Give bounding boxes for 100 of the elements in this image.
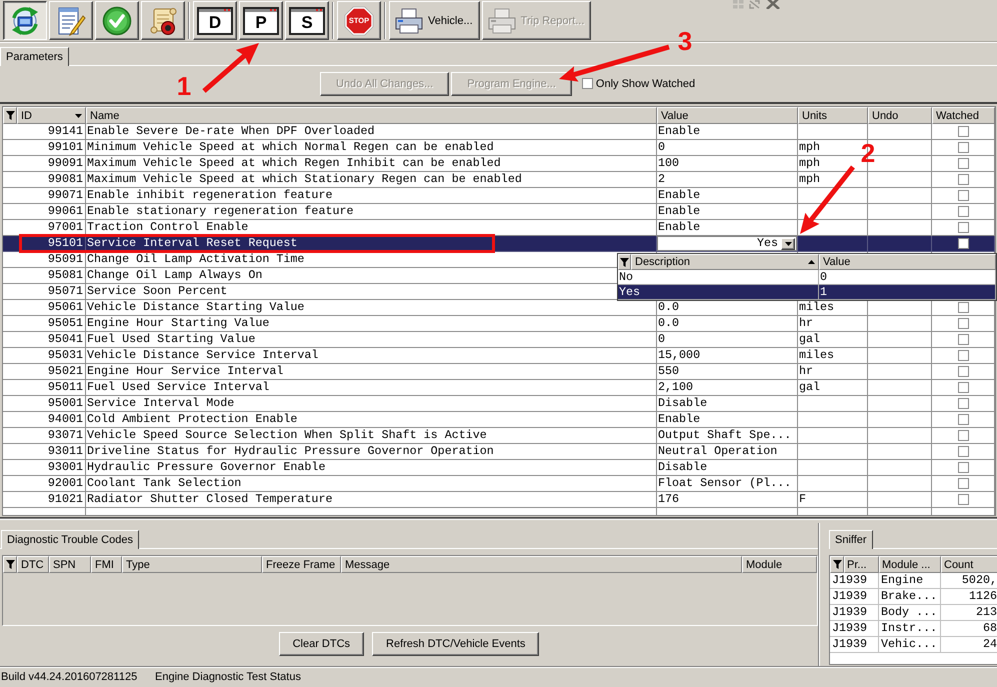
watched-checkbox[interactable] bbox=[958, 334, 969, 345]
watched-checkbox[interactable] bbox=[958, 190, 969, 201]
count-cell: 68 bbox=[941, 621, 997, 637]
id-cell: 93011 bbox=[3, 444, 86, 460]
table-row[interactable]: 95011 Fuel Used Service Interval 2,100 gal bbox=[3, 380, 995, 396]
value-cell: 0 bbox=[657, 140, 798, 156]
name-cell: Enable stationary regeneration feature bbox=[86, 204, 657, 220]
module-cell: Engine bbox=[879, 573, 941, 589]
watched-checkbox[interactable] bbox=[958, 478, 969, 489]
dropdown-option[interactable]: Yes 1 bbox=[618, 285, 996, 300]
watched-checkbox[interactable] bbox=[958, 398, 969, 409]
protocol-cell: J1939 bbox=[830, 637, 879, 653]
close-icon[interactable] bbox=[765, 0, 782, 9]
column-header[interactable]: FMI bbox=[91, 556, 122, 573]
watched-checkbox[interactable] bbox=[958, 494, 969, 505]
column-header[interactable]: DTC bbox=[17, 556, 49, 573]
name-cell: Minimum Vehicle Speed at which Normal Regen can be enabled bbox=[86, 140, 657, 156]
count-cell: 5020, bbox=[941, 573, 997, 589]
table-row[interactable]: 93001 Hydraulic Pressure Governor Enable Disable bbox=[3, 460, 995, 476]
watched-checkbox[interactable] bbox=[958, 446, 969, 457]
column-header[interactable]: Description bbox=[631, 254, 819, 270]
watched-checkbox[interactable] bbox=[958, 222, 969, 233]
option-value: 1 bbox=[819, 285, 996, 300]
value-cell: 100 bbox=[657, 156, 798, 172]
watched-checkbox[interactable] bbox=[958, 414, 969, 425]
toolbar-button[interactable] bbox=[3, 1, 47, 40]
toolbar-button[interactable]: D bbox=[193, 1, 237, 40]
name-cell: Radiator Shutter Closed Temperature bbox=[86, 492, 657, 508]
watched-checkbox[interactable] bbox=[958, 430, 969, 441]
table-row[interactable]: 99141 Enable Severe De-rate When DPF Overloaded Enable bbox=[3, 124, 995, 140]
watched-checkbox[interactable] bbox=[958, 382, 969, 393]
watched-checkbox[interactable] bbox=[958, 350, 969, 361]
option-description: Yes bbox=[618, 285, 819, 300]
table-row[interactable]: 95001 Service Interval Mode Disable bbox=[3, 396, 995, 412]
watched-checkbox[interactable] bbox=[958, 366, 969, 377]
module-cell: Vehic... bbox=[879, 637, 941, 653]
table-row[interactable]: 95051 Engine Hour Starting Value 0.0 hr bbox=[3, 316, 995, 332]
protocol-cell: J1939 bbox=[830, 573, 879, 589]
table-row[interactable]: 95041 Fuel Used Starting Value 0 gal bbox=[3, 332, 995, 348]
filter-button[interactable] bbox=[3, 556, 17, 573]
column-header[interactable]: Module bbox=[742, 556, 817, 573]
column-header[interactable]: Undo bbox=[868, 107, 932, 124]
value-combobox[interactable]: Yes bbox=[657, 236, 797, 251]
table-row[interactable]: 93071 Vehicle Speed Source Selection When Split Shaft is Active Output Shaft Spe... bbox=[3, 428, 995, 444]
dropdown-button[interactable] bbox=[781, 238, 795, 250]
id-cell: 95081 bbox=[3, 268, 86, 284]
tab[interactable]: Diagnostic Trouble Codes bbox=[1, 530, 139, 549]
column-header[interactable]: Name bbox=[86, 107, 657, 124]
table-row[interactable]: 95101 Service Interval Reset Request Yes bbox=[3, 236, 995, 252]
action-button[interactable]: Refresh DTC/Vehicle Events bbox=[372, 632, 540, 656]
watched-checkbox[interactable] bbox=[958, 126, 969, 137]
id-cell: 99091 bbox=[3, 156, 86, 172]
table-row[interactable]: 95031 Vehicle Distance Service Interval 15,000 miles bbox=[3, 348, 995, 364]
watched-checkbox[interactable] bbox=[958, 318, 969, 329]
column-header[interactable]: Pr... bbox=[844, 556, 879, 573]
units-cell: F bbox=[798, 492, 868, 508]
table-row[interactable]: 99071 Enable inhibit regeneration feature Enable bbox=[3, 188, 995, 204]
column-header[interactable]: ID bbox=[17, 107, 86, 124]
value-cell: Neutral Operation bbox=[657, 444, 798, 460]
column-header[interactable]: Units bbox=[798, 107, 868, 124]
toolbar-button[interactable]: P bbox=[239, 1, 283, 40]
filter-button[interactable] bbox=[618, 254, 631, 270]
watched-checkbox[interactable] bbox=[958, 238, 969, 249]
checkbox-label[interactable]: Only Show Watched bbox=[596, 78, 696, 90]
table-row[interactable]: 95021 Engine Hour Service Interval 550 hr bbox=[3, 364, 995, 380]
column-header[interactable]: SPN bbox=[49, 556, 91, 573]
column-header[interactable]: Value bbox=[657, 107, 798, 124]
expand-icon[interactable] bbox=[749, 0, 760, 9]
name-cell: Enable inhibit regeneration feature bbox=[86, 188, 657, 204]
column-header[interactable]: Module ... bbox=[879, 556, 941, 573]
value-cell: Enable bbox=[657, 188, 798, 204]
table-row[interactable]: 94001 Cold Ambient Protection Enable Enable bbox=[3, 412, 995, 428]
toolbar-button[interactable]: Vehicle... bbox=[389, 1, 480, 40]
column-header[interactable]: Freeze Frame bbox=[262, 556, 341, 573]
table-row[interactable]: 93011 Driveline Status for Hydraulic Pressure Governor Operation Neutral Operation bbox=[3, 444, 995, 460]
value-cell: Output Shaft Spe... bbox=[657, 428, 798, 444]
column-header[interactable]: Value bbox=[819, 254, 996, 270]
toolbar-button[interactable]: S bbox=[285, 1, 329, 40]
watched-checkbox[interactable] bbox=[958, 206, 969, 217]
table-row[interactable]: 99081 Maximum Vehicle Speed at which Stationary Regen can be enabled 2 mph bbox=[3, 172, 995, 188]
tab[interactable]: Sniffer bbox=[829, 530, 873, 549]
table-row[interactable]: 91021 Radiator Shutter Closed Temperature 176 F bbox=[3, 492, 995, 508]
watched-checkbox[interactable] bbox=[958, 174, 969, 185]
filter-button[interactable] bbox=[3, 107, 17, 124]
action-button[interactable]: Clear DTCs bbox=[278, 632, 364, 656]
column-header[interactable]: Type bbox=[122, 556, 262, 573]
column-header[interactable]: Message bbox=[341, 556, 742, 573]
tab[interactable]: Parameters bbox=[0, 47, 69, 66]
column-header[interactable]: Watched bbox=[932, 107, 995, 124]
checkbox[interactable] bbox=[582, 78, 593, 89]
units-cell: gal bbox=[798, 332, 868, 348]
column-header[interactable]: Count bbox=[941, 556, 997, 573]
table-row[interactable]: 92001 Coolant Tank Selection Float Sensor (Pl... bbox=[3, 476, 995, 492]
id-cell: 99081 bbox=[3, 172, 86, 188]
watched-checkbox[interactable] bbox=[958, 462, 969, 473]
watched-checkbox[interactable] bbox=[958, 302, 969, 313]
count-cell: 213 bbox=[941, 605, 997, 621]
filter-button[interactable] bbox=[830, 556, 844, 573]
watched-checkbox[interactable] bbox=[958, 142, 969, 153]
watched-checkbox[interactable] bbox=[958, 158, 969, 169]
